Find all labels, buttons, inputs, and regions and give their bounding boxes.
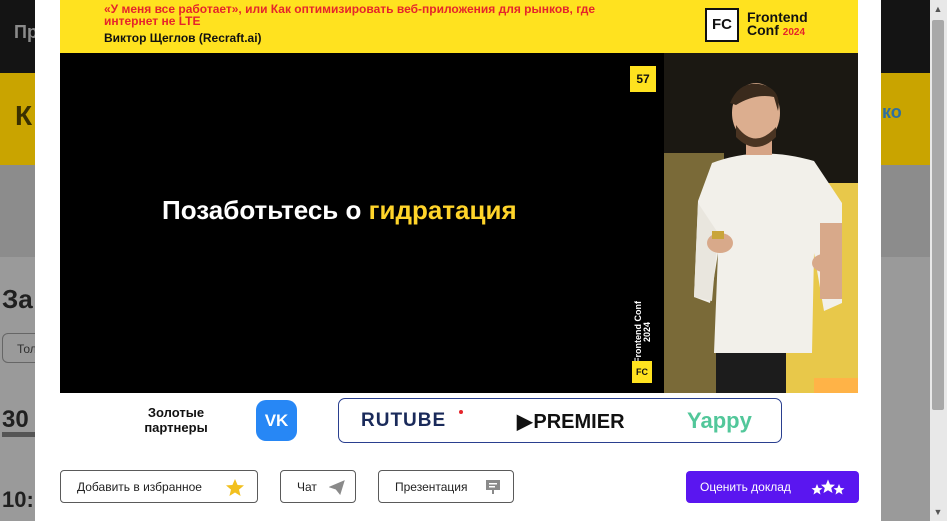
send-icon bbox=[329, 480, 345, 495]
partner-logos-box: RUTUBE ▶PREMIER Yappy bbox=[338, 398, 782, 443]
background-hero-title: К bbox=[15, 100, 33, 131]
background-time: 30 bbox=[2, 406, 29, 433]
add-to-favorites-button[interactable]: Добавить в избранное bbox=[60, 470, 258, 503]
slide-corner-logo-text: Frontend Conf 2024 bbox=[633, 301, 652, 363]
chat-label: Чат bbox=[297, 479, 317, 494]
talk-banner: «У меня все работает», или Как оптимизир… bbox=[60, 0, 858, 53]
add-to-favorites-label: Добавить в избранное bbox=[77, 479, 202, 494]
slide-corner-logo: FC bbox=[632, 361, 652, 383]
star-icon bbox=[226, 479, 244, 496]
premier-logo[interactable]: ▶PREMIER bbox=[517, 409, 625, 434]
rutube-logo[interactable]: RUTUBE bbox=[361, 410, 446, 432]
background-heading: За bbox=[2, 284, 33, 314]
partners-bar: Золотые партнеры VK RUTUBE ▶PREMIER Yapp… bbox=[60, 393, 858, 453]
stars-icon bbox=[811, 479, 845, 495]
presentation-icon bbox=[486, 480, 500, 494]
slide-number: 57 bbox=[630, 66, 656, 92]
rate-talk-button[interactable]: Оценить доклад bbox=[686, 471, 859, 503]
conference-logo: FC bbox=[705, 8, 739, 42]
background-underline bbox=[2, 432, 36, 437]
conference-name: Frontend Conf 2024 bbox=[747, 10, 808, 39]
chat-button[interactable]: Чат bbox=[280, 470, 356, 503]
slide-text: Позаботьтесь о гидратация bbox=[162, 195, 517, 225]
scroll-down-icon[interactable]: ▼ bbox=[932, 506, 944, 518]
presentation-label: Презентация bbox=[395, 479, 468, 494]
talk-modal: «У меня все работает», или Как оптимизир… bbox=[35, 0, 881, 521]
conference-year: 2024 bbox=[782, 27, 806, 38]
vk-logo[interactable]: VK bbox=[256, 400, 297, 441]
conference-name-line-2: Conf 2024 bbox=[747, 22, 806, 38]
gold-partners-label: Золотые партнеры bbox=[144, 405, 208, 435]
rutube-dot-icon bbox=[459, 410, 463, 414]
talk-speaker: Виктор Щеглов (Recraft.ai) bbox=[104, 31, 262, 45]
play-icon: ▶ bbox=[517, 411, 533, 433]
yappy-logo[interactable]: Yappy bbox=[687, 408, 752, 434]
background-hero-logo: ко bbox=[882, 102, 902, 122]
rate-talk-label: Оценить доклад bbox=[700, 480, 791, 494]
scroll-up-icon[interactable]: ▲ bbox=[932, 3, 944, 15]
video-player[interactable]: Позаботьтесь о гидратация 57 Frontend Co… bbox=[60, 53, 858, 393]
talk-title: «У меня все работает», или Как оптимизир… bbox=[104, 2, 596, 28]
presentation-button[interactable]: Презентация bbox=[378, 470, 514, 503]
slide-accent-text: гидратация bbox=[368, 195, 517, 225]
speaker-video-frame bbox=[664, 53, 858, 393]
scrollbar-thumb[interactable] bbox=[932, 20, 944, 410]
background-time: 10: bbox=[2, 487, 34, 512]
